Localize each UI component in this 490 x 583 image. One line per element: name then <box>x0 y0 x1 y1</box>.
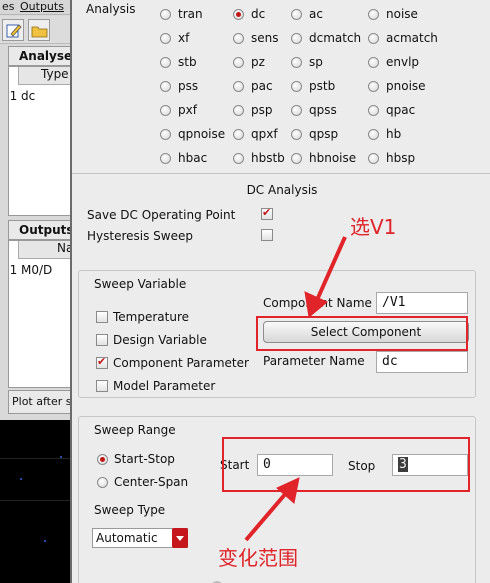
annotation-arrows <box>244 236 347 542</box>
arrow-head-icon <box>304 291 328 318</box>
